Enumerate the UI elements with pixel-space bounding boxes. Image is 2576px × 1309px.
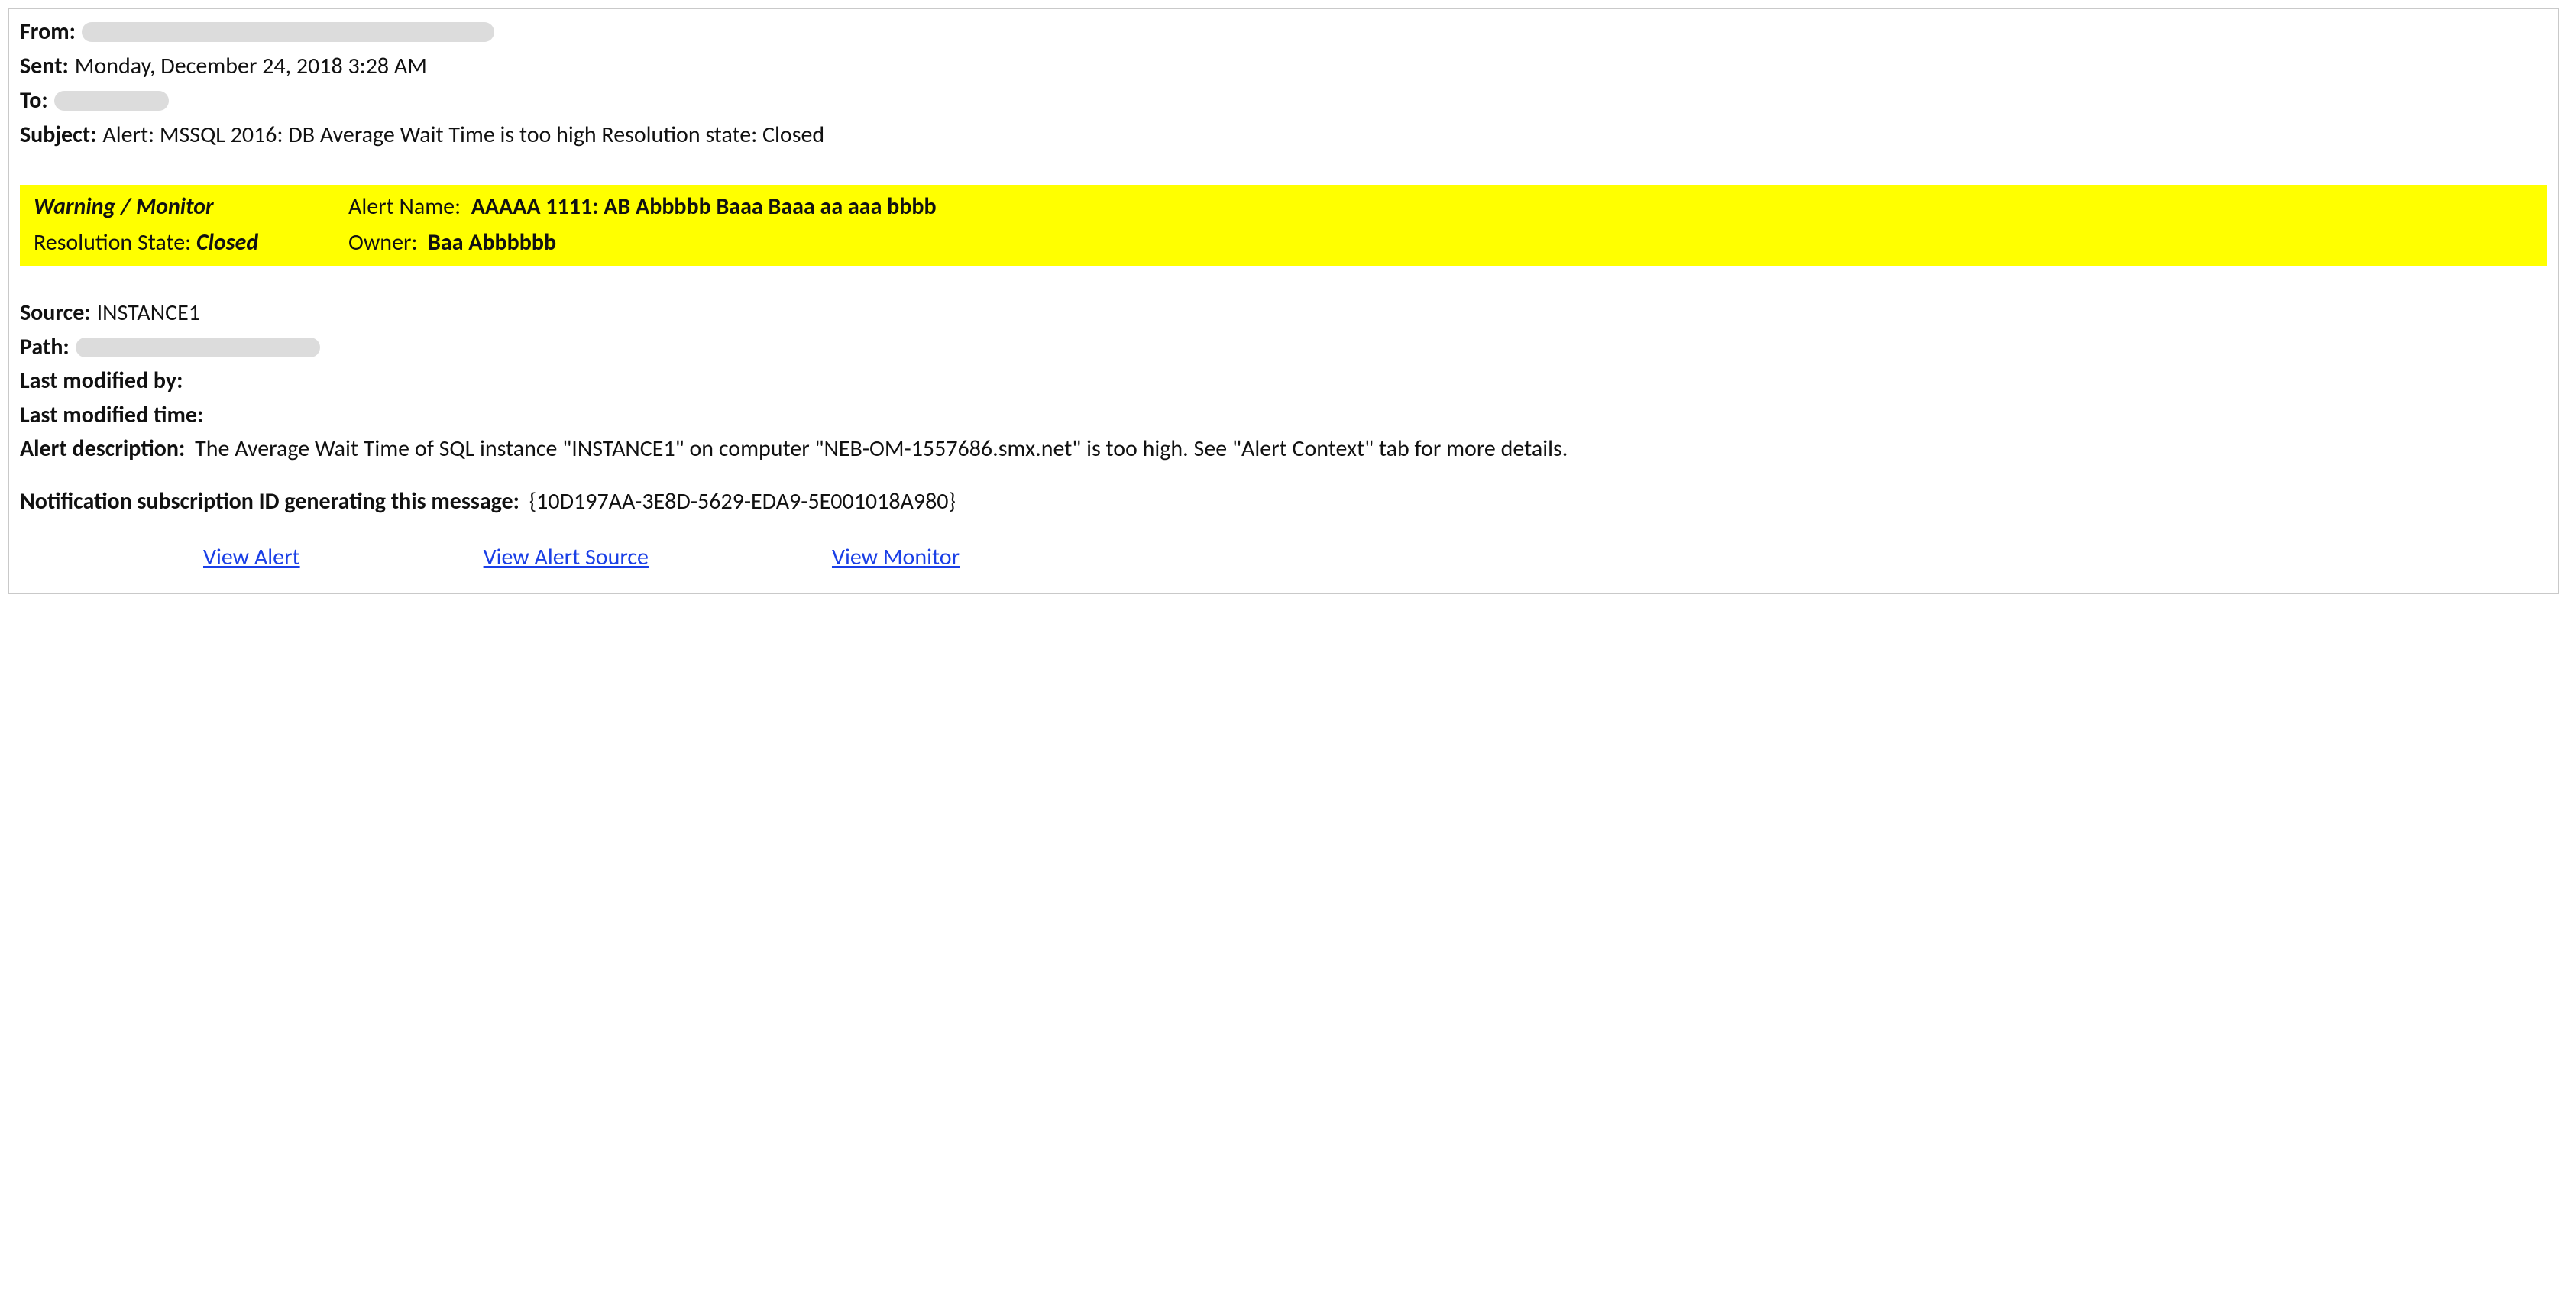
path-label: Path: <box>20 332 70 364</box>
owner-cell: Owner: Baa Abbbbbb <box>348 228 2533 257</box>
to-label: To: <box>20 86 48 115</box>
last-modified-by-line: Last modified by: <box>20 366 2547 397</box>
owner-value: Baa Abbbbbb <box>428 228 556 257</box>
last-modified-time-label: Last modified time: <box>20 400 203 431</box>
view-alert-link[interactable]: View Alert <box>203 543 300 571</box>
last-modified-time-line: Last modified time: <box>20 400 2547 431</box>
subject-value: Alert: MSSQL 2016: DB Average Wait Time … <box>102 120 824 150</box>
header-subject-line: Subject: Alert: MSSQL 2016: DB Average W… <box>20 120 2547 150</box>
owner-label: Owner: <box>348 228 417 257</box>
subject-label: Subject: <box>20 120 96 150</box>
resolution-state-value: Closed <box>196 228 258 257</box>
resolution-state-label: Resolution State: <box>34 228 191 257</box>
alert-band: Warning / Monitor Alert Name: AAAAA 1111… <box>20 185 2547 266</box>
header-to-line: To: <box>20 86 2547 115</box>
sent-value: Monday, December 24, 2018 3:28 AM <box>75 51 427 81</box>
alert-name-label: Alert Name: <box>348 192 461 221</box>
subscription-para: Notification subscription ID generating … <box>20 486 2547 518</box>
path-value-redacted <box>76 338 320 357</box>
view-monitor-link[interactable]: View Monitor <box>832 543 960 571</box>
source-value: INSTANCE1 <box>97 298 200 329</box>
alert-description-value: The Average Wait Time of SQL instance "I… <box>195 435 1568 463</box>
warning-monitor: Warning / Monitor <box>34 192 339 221</box>
email-card: From: Sent: Monday, December 24, 2018 3:… <box>8 8 2559 594</box>
alert-description-label: Alert description: <box>20 435 185 463</box>
alert-name-cell: Alert Name: AAAAA 1111: AB Abbbbb Baaa B… <box>348 192 2533 221</box>
resolution-state-cell: Resolution State: Closed <box>34 228 339 257</box>
subscription-label: Notification subscription ID generating … <box>20 487 519 516</box>
source-label: Source: <box>20 298 91 329</box>
from-label: From: <box>20 17 76 47</box>
alert-description-para: Alert description: The Average Wait Time… <box>20 434 2547 465</box>
subscription-value: {10D197AA-3E8D-5629-EDA9-5E001018A980} <box>529 487 956 516</box>
to-value-redacted <box>54 91 169 111</box>
links-row: View Alert View Alert Source View Monito… <box>20 543 2547 571</box>
view-alert-source-link[interactable]: View Alert Source <box>484 543 649 571</box>
header-from-line: From: <box>20 17 2547 47</box>
path-line: Path: <box>20 332 2547 364</box>
alert-name-value: AAAAA 1111: AB Abbbbb Baaa Baaa aa aaa b… <box>471 192 937 221</box>
source-line: Source: INSTANCE1 <box>20 298 2547 329</box>
from-value-redacted <box>82 22 494 42</box>
header-sent-line: Sent: Monday, December 24, 2018 3:28 AM <box>20 51 2547 81</box>
sent-label: Sent: <box>20 51 69 81</box>
last-modified-by-label: Last modified by: <box>20 366 183 397</box>
